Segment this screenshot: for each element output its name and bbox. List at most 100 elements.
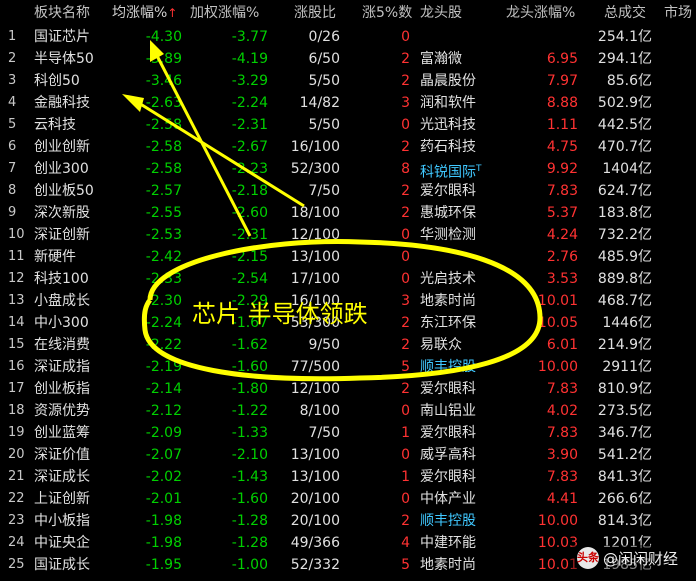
leader-stock: 顺丰控股 — [420, 513, 476, 529]
up5-count: 4 — [401, 535, 410, 551]
header-avg-change[interactable]: 均涨幅%↑ — [112, 0, 182, 26]
table-row[interactable]: 7 创业300 -2.58 -2.23 52/300 8 科锐国际T 9.92 1404亿 — [0, 158, 696, 181]
volume-unit: 亿 — [638, 73, 652, 89]
table-row[interactable]: 23 中小板指 -1.98 -1.28 20/100 2 顺丰控股 10.00 814.3亿 — [0, 510, 696, 532]
avg-change: -2.22 — [145, 337, 182, 353]
table-header: 板块名称 均涨幅%↑ 加权涨幅% 涨股比 涨5%数 龙头股 龙头涨幅% 总成交 … — [0, 0, 696, 26]
sector-name: 深证成长 — [34, 469, 90, 485]
volume-value: 814.3 — [597, 513, 638, 529]
table-row[interactable]: 16 深证成指 -2.19 -1.60 77/500 5 顺丰控股 10.00 2911亿 — [0, 356, 696, 378]
up5-count: 2 — [401, 183, 410, 199]
volume-value: 1446 — [602, 315, 638, 331]
table-row[interactable]: 9 深次新股 -2.55 -2.60 18/100 2 惠城环保 5.37 183.8亿 — [0, 202, 696, 224]
sector-name: 创业创新 — [34, 139, 90, 155]
table-row[interactable]: 19 创业蓝筹 -2.09 -1.33 7/50 1 爱尔眼科 7.83 346.7亿 — [0, 422, 696, 444]
leader-change: 4.24 — [546, 227, 578, 243]
avg-change: -2.09 — [145, 425, 182, 441]
up5-count: 0 — [401, 271, 410, 287]
table-row[interactable]: 22 上证创新 -2.01 -1.60 20/100 0 中体产业 4.41 266.6亿 — [0, 488, 696, 510]
weighted-change: -1.62 — [231, 337, 268, 353]
table-row[interactable]: 3 科创50 -3.46 -3.29 5/50 2 晶晨股份 7.97 85.6亿 — [0, 70, 696, 92]
weighted-change: -2.31 — [231, 117, 268, 133]
weighted-change: -1.00 — [231, 557, 268, 573]
volume-unit: 亿 — [638, 337, 652, 353]
header-up5-count[interactable]: 涨5%数 — [362, 0, 416, 26]
sector-name: 创业蓝筹 — [34, 425, 90, 441]
avg-change: -2.33 — [145, 271, 182, 287]
leader-change: 1.11 — [546, 117, 578, 133]
table-row[interactable]: 12 科技100 -2.33 -2.54 17/100 0 光启技术 3.53 889.8亿 — [0, 268, 696, 290]
header-sector-name[interactable]: 板块名称 — [34, 0, 114, 26]
header-market[interactable]: 市场 — [664, 0, 696, 26]
leader-stock: 易联众 — [420, 337, 462, 353]
table-row[interactable]: 15 在线消费 -2.22 -1.62 9/50 2 易联众 6.01 214.9亿 — [0, 334, 696, 356]
table-row[interactable]: 11 新硬件 -2.42 -2.15 13/100 0 2.76 485.9亿 — [0, 246, 696, 268]
table-row[interactable]: 6 创业创新 -2.58 -2.67 16/100 2 药石科技 4.75 470.7亿 — [0, 136, 696, 158]
header-leader-stock[interactable]: 龙头股 — [420, 0, 510, 26]
weighted-change: -2.23 — [231, 161, 268, 177]
sector-name: 中小板指 — [34, 513, 90, 529]
up5-count: 2 — [401, 139, 410, 155]
volume: 214.9亿 — [588, 334, 652, 356]
rise-ratio: 16/100 — [290, 139, 340, 155]
leader-stock: 爱尔眼科 — [420, 469, 476, 485]
leader-stock: 中体产业 — [420, 491, 476, 507]
table-row[interactable]: 2 半导体50 -3.89 -4.19 6/50 2 富瀚微 6.95 294.1亿 — [0, 48, 696, 70]
row-index: 18 — [8, 403, 25, 418]
sector-name: 深证创新 — [34, 227, 90, 243]
sector-name: 深次新股 — [34, 205, 90, 221]
rise-ratio: 7/50 — [308, 183, 340, 199]
up5-count: 2 — [401, 381, 410, 397]
volume-value: 470.7 — [597, 139, 638, 155]
watermark-text: @闲闲财经 — [602, 549, 678, 568]
volume: 485.9亿 — [588, 246, 652, 268]
volume: 889.8亿 — [588, 268, 652, 290]
table-row[interactable]: 18 资源优势 -2.12 -1.22 8/100 0 南山铝业 4.02 273.5亿 — [0, 400, 696, 422]
header-rise-ratio[interactable]: 涨股比 — [294, 0, 358, 26]
sector-name: 上证创新 — [34, 491, 90, 507]
rise-ratio: 12/100 — [290, 227, 340, 243]
header-leader-change[interactable]: 龙头涨幅% — [506, 0, 578, 26]
volume-unit: 亿 — [638, 51, 652, 67]
rise-ratio: 17/100 — [290, 271, 340, 287]
up5-count: 2 — [401, 337, 410, 353]
avg-change: -4.30 — [145, 29, 182, 45]
leader-change: 7.83 — [546, 469, 578, 485]
leader-stock: 药石科技 — [420, 139, 476, 155]
volume: 841.3亿 — [588, 466, 652, 488]
sector-name: 半导体50 — [34, 51, 94, 67]
table-row[interactable]: 20 深证价值 -2.07 -2.10 13/100 0 威孚高科 3.90 541.2亿 — [0, 444, 696, 466]
row-index: 24 — [8, 535, 25, 550]
up5-count: 0 — [401, 403, 410, 419]
volume-unit: 亿 — [638, 425, 652, 441]
volume-unit: 亿 — [638, 95, 652, 111]
table-row[interactable]: 10 深证创新 -2.53 -2.31 12/100 0 华测检测 4.24 732.2亿 — [0, 224, 696, 246]
table-row[interactable]: 1 国证芯片 -4.30 -3.77 0/26 0 254.1亿 — [0, 26, 696, 48]
leader-stock: 爱尔眼科 — [420, 381, 476, 397]
avg-change: -2.14 — [145, 381, 182, 397]
up5-count: 1 — [401, 469, 410, 485]
table-row[interactable]: 17 创业板指 -2.14 -1.80 12/100 2 爱尔眼科 7.83 810.9亿 — [0, 378, 696, 400]
volume: 810.9亿 — [588, 378, 652, 400]
volume-value: 273.5 — [597, 403, 638, 419]
header-weighted-change[interactable]: 加权涨幅% — [190, 0, 268, 26]
volume: 85.6亿 — [588, 70, 652, 92]
volume: 183.8亿 — [588, 202, 652, 224]
up5-count: 8 — [401, 161, 410, 177]
header-volume[interactable]: 总成交 — [604, 0, 668, 26]
row-index: 3 — [8, 73, 17, 88]
volume: 624.7亿 — [588, 180, 652, 202]
leader-change: 3.90 — [546, 447, 578, 463]
avg-change: -2.63 — [145, 95, 182, 111]
avg-change: -2.19 — [145, 359, 182, 375]
table-row[interactable]: 8 创业板50 -2.57 -2.18 7/50 2 爱尔眼科 7.83 624.7亿 — [0, 180, 696, 202]
volume-value: 214.9 — [597, 337, 638, 353]
table-row[interactable]: 4 金融科技 -2.63 -2.24 14/82 3 润和软件 8.88 502.9亿 — [0, 92, 696, 114]
row-index: 9 — [8, 205, 17, 220]
table-row[interactable]: 5 云科技 -2.58 -2.31 5/50 0 光迅科技 1.11 442.5亿 — [0, 114, 696, 136]
weighted-change: -2.31 — [231, 227, 268, 243]
table-row[interactable]: 21 深证成长 -2.02 -1.43 13/100 1 爱尔眼科 7.83 841.3亿 — [0, 466, 696, 488]
row-index: 20 — [8, 447, 25, 462]
leader-stock: 科锐国际T — [420, 164, 482, 181]
leader-stock: 润和软件 — [420, 95, 476, 111]
